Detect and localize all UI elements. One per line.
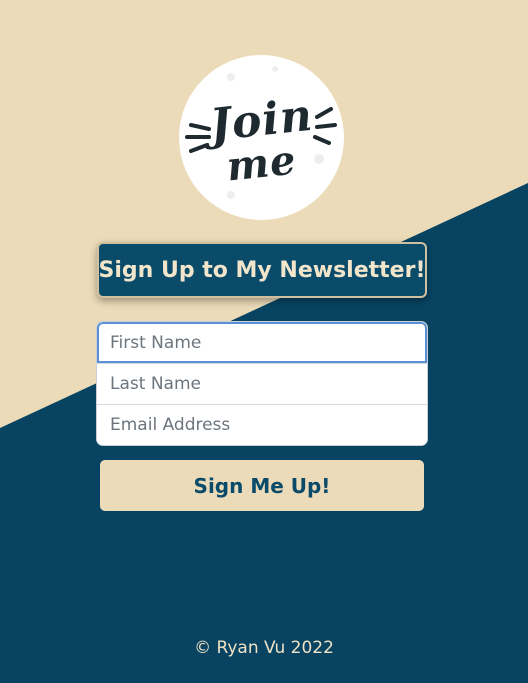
join-me-logo: Join me [179,55,344,220]
email-input[interactable] [97,404,427,445]
footer-copyright: © Ryan Vu 2022 [194,638,334,658]
first-name-input[interactable] [97,322,427,363]
newsletter-title: Sign Up to My Newsletter! [97,242,427,298]
last-name-input[interactable] [97,363,427,404]
signup-form [97,322,427,445]
sign-me-up-button[interactable]: Sign Me Up! [100,460,424,511]
signup-page: Join me Sign Up to My Newsletter! Sign M… [0,0,528,683]
